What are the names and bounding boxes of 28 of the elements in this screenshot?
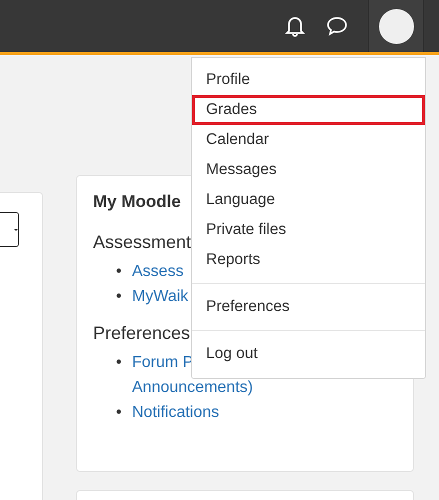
menu-item[interactable]: Reports <box>192 245 425 275</box>
menu-item[interactable]: Log out <box>192 339 425 369</box>
caret-icon <box>14 228 18 232</box>
user-menu-toggle[interactable] <box>368 0 424 52</box>
avatar-icon <box>378 8 414 44</box>
bell-icon <box>285 15 305 37</box>
messages-button[interactable] <box>326 15 348 37</box>
link[interactable]: MyWaik <box>132 284 188 309</box>
link[interactable]: Assess <box>132 259 184 284</box>
menu-item[interactable]: Grades <box>192 95 425 125</box>
menu-item[interactable]: Messages <box>192 155 425 185</box>
menu-item[interactable]: Profile <box>192 65 425 95</box>
notifications-button[interactable] <box>284 15 306 37</box>
link[interactable]: Announcements) <box>132 375 253 400</box>
section-heading: Preferences <box>93 323 190 344</box>
bullet: • <box>116 287 123 307</box>
menu-item[interactable]: Preferences <box>192 292 425 322</box>
link[interactable]: Notifications <box>132 400 220 425</box>
bullet: • <box>116 403 123 423</box>
section-heading: Assessment <box>93 232 192 253</box>
menu-item[interactable]: Calendar <box>192 125 425 155</box>
bullet: • <box>116 353 123 373</box>
card-title: My Moodle <box>93 192 181 212</box>
bullet: • <box>116 262 123 282</box>
menu-item[interactable]: Language <box>192 185 425 215</box>
dropdown-button[interactable] <box>0 212 19 247</box>
speech-bubble-icon <box>326 16 348 36</box>
menu-item[interactable]: Private files <box>192 215 425 245</box>
